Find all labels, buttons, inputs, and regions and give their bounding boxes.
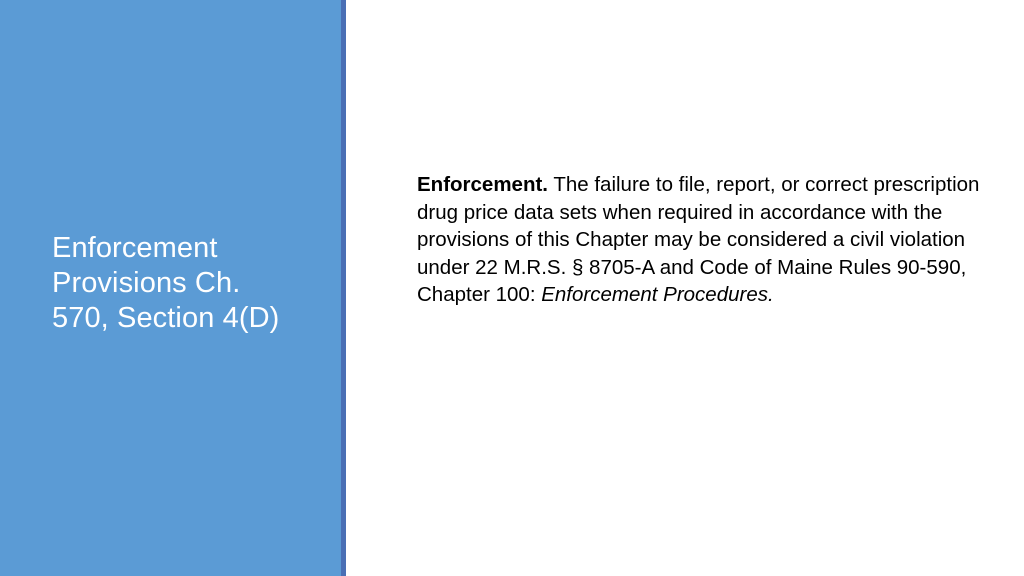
body-paragraph: Enforcement. The failure to file, report… [417,171,1009,309]
body-citation-italic: Enforcement Procedures. [541,283,774,306]
slide-canvas: Enforcement Provisions Ch. 570, Section … [0,0,1024,576]
sidebar-accent-stripe [341,0,346,576]
slide-title-line-2: Provisions Ch. [52,267,241,299]
slide-title: Enforcement Provisions Ch. 570, Section … [52,231,324,336]
slide-body: Enforcement. The failure to file, report… [417,171,1009,309]
slide-title-line-3: 570, Section 4(D) [52,302,280,334]
slide-title-line-1: Enforcement [52,232,218,264]
body-lead-in: Enforcement. [417,173,548,196]
